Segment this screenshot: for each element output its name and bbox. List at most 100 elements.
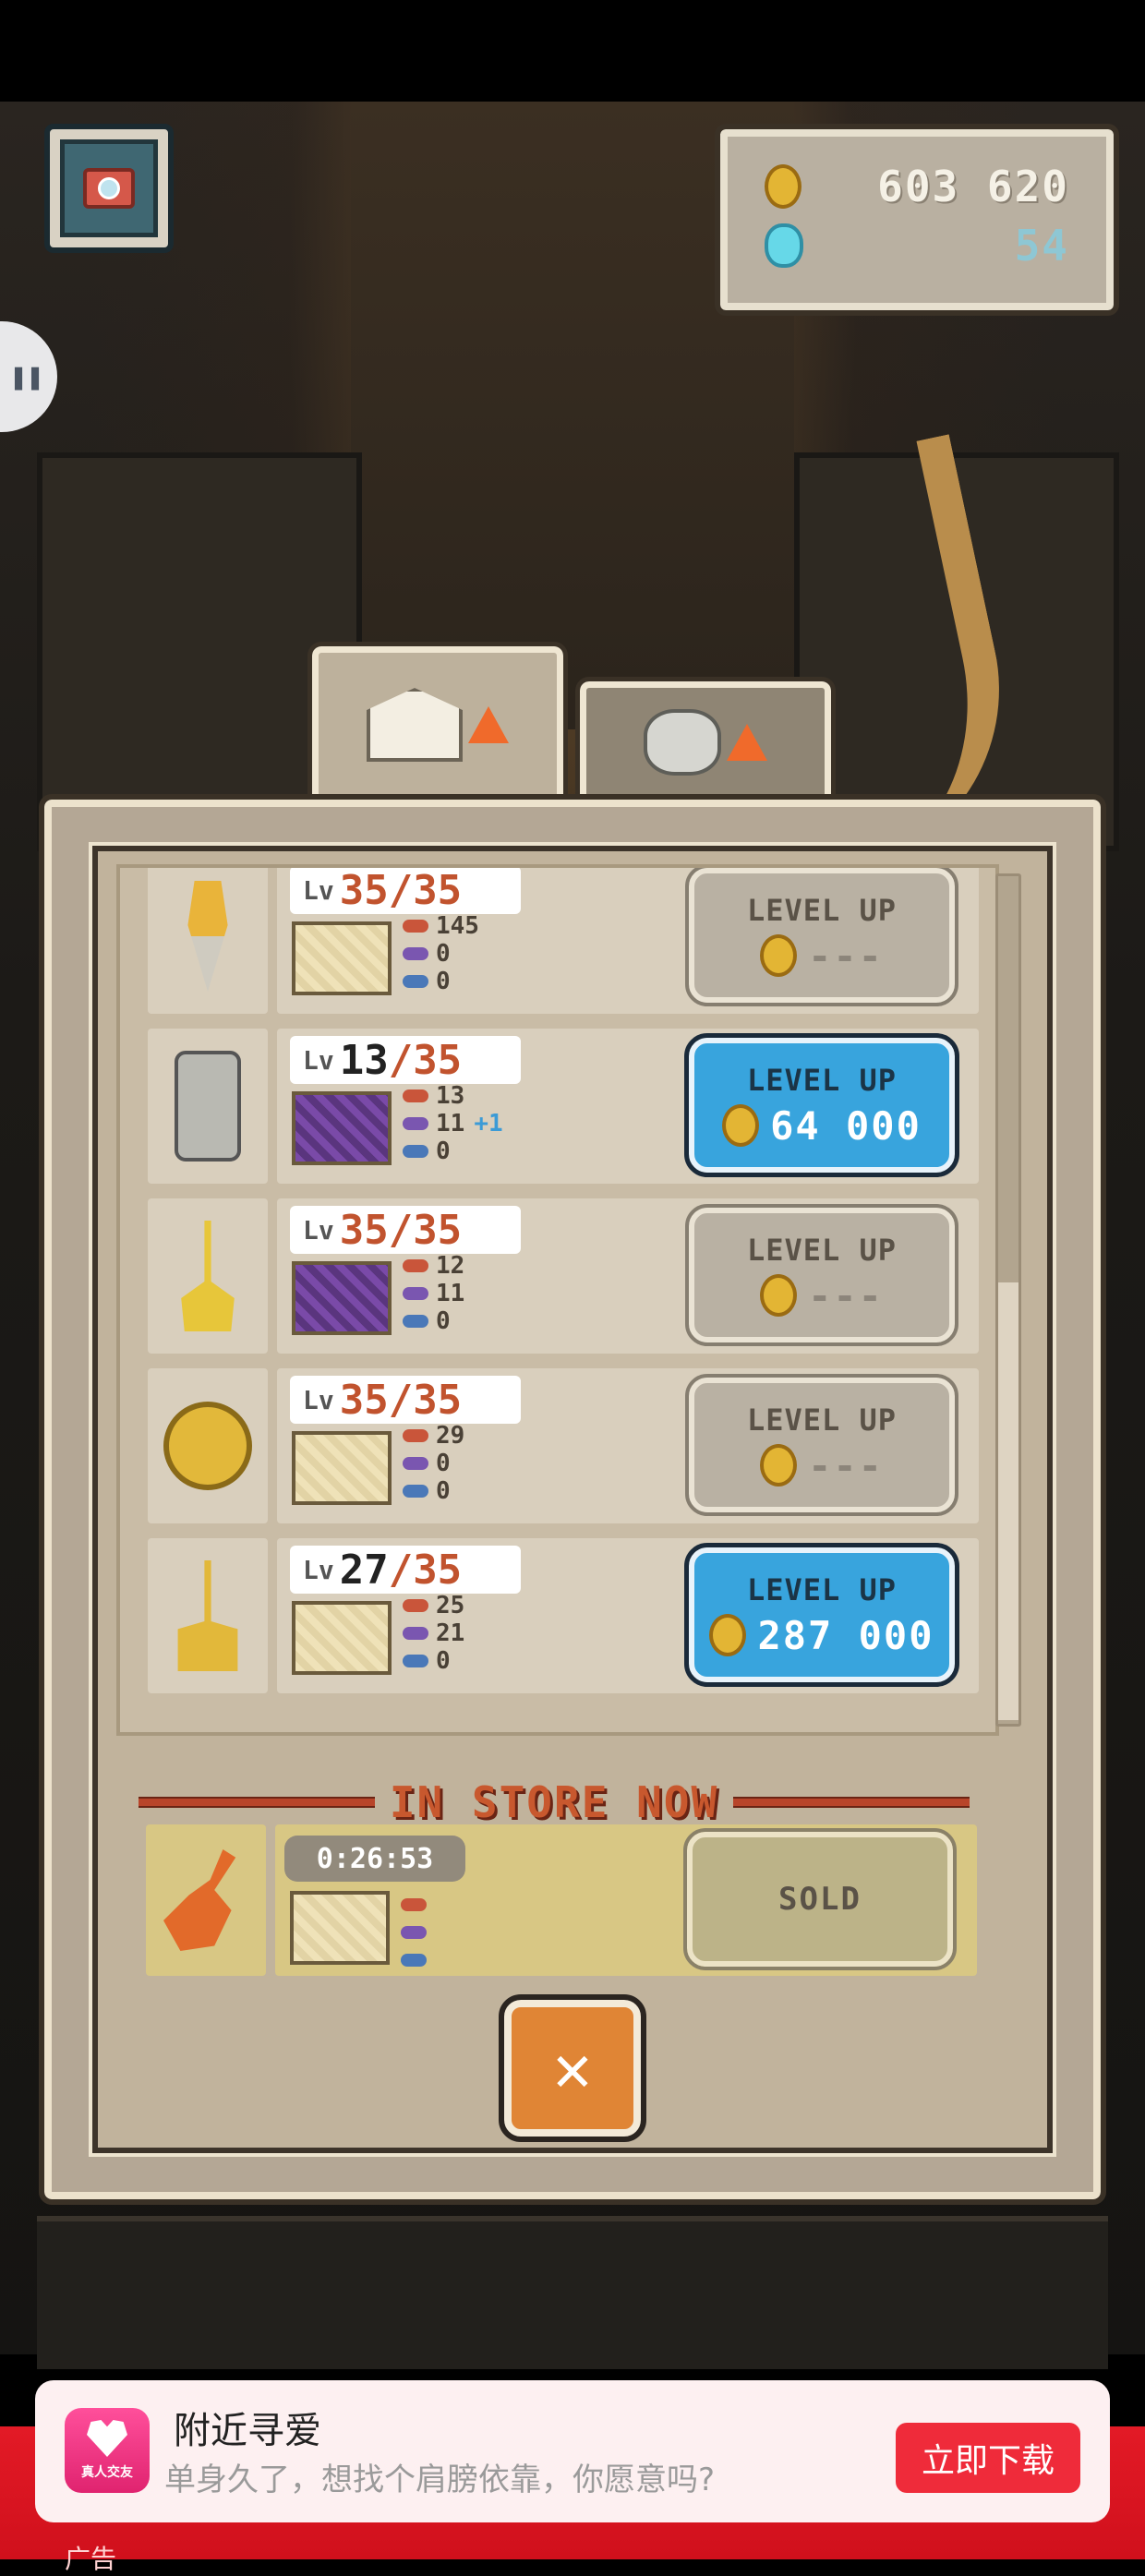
level-up-label: LEVEL UP (746, 1402, 898, 1438)
shovel-icon (181, 1221, 235, 1331)
camera-button[interactable] (44, 124, 174, 253)
stats: 12 11 0 (403, 1252, 587, 1335)
stat-purple: 11 (436, 1110, 465, 1138)
close-button[interactable]: ✕ (499, 1994, 646, 2142)
red-gem-icon (403, 1089, 428, 1102)
level-up-label: LEVEL UP (746, 892, 898, 928)
tab-museum-upgrade[interactable] (307, 642, 568, 808)
level-up-label: LEVEL UP (746, 1571, 898, 1607)
purple-gem-icon (403, 1287, 428, 1300)
item-info: 0:26:53 SOLD (275, 1824, 977, 1976)
blue-gem-icon (403, 975, 428, 988)
pattern-swatch (292, 1261, 392, 1335)
level-up-button[interactable]: LEVEL UP 287 000 (684, 1543, 959, 1687)
upgrade-panel: Lv 35 /35 145 0 0 LEVEL UP --- Lv 13 /35… (39, 794, 1106, 2205)
item-info: Lv 27 /35 25 21 0 LEVEL UP 287 000 (277, 1538, 979, 1693)
item-info: Lv 35 /35 145 0 0 LEVEL UP --- (277, 866, 979, 1014)
drill-icon (187, 881, 228, 992)
upgrade-arrow-icon (468, 706, 509, 743)
tool-list[interactable]: Lv 35 /35 145 0 0 LEVEL UP --- Lv 13 /35… (116, 864, 999, 1736)
list-item: Lv 35 /35 145 0 0 LEVEL UP --- (148, 866, 979, 1014)
purple-gem-icon (403, 947, 428, 960)
stat-red: 145 (436, 912, 479, 940)
blue-gem-icon (403, 1315, 428, 1328)
level-up-cost: 64 000 (770, 1102, 922, 1149)
pause-icon: ❚❚ (9, 360, 44, 393)
jackhammer-icon (175, 1051, 241, 1162)
camera-button-inner (60, 139, 158, 237)
level-up-button[interactable]: LEVEL UP --- (685, 1204, 958, 1346)
rake-icon (177, 1560, 238, 1671)
close-icon: ✕ (552, 2030, 593, 2106)
level-label: Lv (303, 1384, 334, 1415)
tab-staff-upgrade[interactable] (575, 677, 836, 808)
stat-blue: 0 (436, 1307, 451, 1335)
item-icon-box (148, 1538, 268, 1693)
scrollbar-thumb[interactable] (998, 1282, 1018, 1720)
level-label: Lv (303, 1214, 334, 1246)
stat-blue: 0 (436, 1138, 451, 1165)
store-title: IN STORE NOW (389, 1777, 719, 1827)
store-item: 0:26:53 SOLD (146, 1824, 977, 1976)
gold-coin-icon (760, 934, 798, 977)
purple-gem-icon (403, 1457, 428, 1470)
item-icon-box (148, 1198, 268, 1354)
level-up-cost: --- (808, 1442, 884, 1488)
gold-coin-icon (760, 1444, 798, 1487)
purple-gem-icon (401, 1926, 427, 1939)
item-info: Lv 35 /35 12 11 0 LEVEL UP --- (277, 1198, 979, 1354)
level-up-cost: --- (808, 1272, 884, 1318)
purple-gem-icon (403, 1627, 428, 1640)
level-up-cost: 287 000 (757, 1612, 934, 1658)
camera-icon (83, 168, 135, 209)
current-level: 13 (339, 1036, 389, 1084)
blue-gem-icon (401, 1954, 427, 1967)
level-up-button[interactable]: LEVEL UP --- (685, 1374, 958, 1516)
sun-pickaxe-icon (163, 1402, 252, 1490)
level-badge: Lv 27 /35 (290, 1546, 521, 1594)
stat-red: 12 (436, 1252, 465, 1280)
list-scrollbar[interactable] (995, 873, 1021, 1727)
heart-icon (87, 2420, 127, 2457)
ad-download-button[interactable]: 立即下载 (896, 2423, 1080, 2493)
ad-app-logo: 真人交友 (65, 2408, 150, 2493)
gold-coin-icon (709, 1614, 747, 1656)
list-item: Lv 27 /35 25 21 0 LEVEL UP 287 000 (148, 1538, 979, 1693)
list-item: Lv 35 /35 29 0 0 LEVEL UP --- (148, 1368, 979, 1523)
gold-coin-icon (760, 1274, 798, 1317)
stat-red: 29 (436, 1422, 465, 1450)
blue-gem-icon (403, 1145, 428, 1158)
level-label: Lv (303, 874, 334, 906)
sold-button[interactable]: SOLD (683, 1828, 957, 1970)
max-level: /35 (388, 1036, 463, 1084)
stat-blue: 0 (436, 1477, 451, 1505)
pattern-swatch (292, 921, 392, 995)
red-gem-icon (403, 1429, 428, 1442)
current-level: 27 (339, 1546, 389, 1594)
item-info: Lv 13 /35 13 11 +1 0 LEVEL UP 64 000 (277, 1029, 979, 1184)
level-badge: Lv 13 /35 (290, 1036, 521, 1084)
level-up-button[interactable]: LEVEL UP 64 000 (684, 1033, 959, 1177)
gold-row: 603 620 (765, 159, 1069, 214)
current-level: 35 (339, 1376, 389, 1424)
max-level: /35 (388, 866, 463, 914)
item-icon-box (146, 1824, 266, 1976)
stat-red: 13 (436, 1082, 465, 1110)
level-badge: Lv 35 /35 (290, 1376, 521, 1424)
museum-icon (367, 688, 463, 762)
gem-icon (765, 223, 803, 268)
red-gem-icon (403, 1599, 428, 1612)
stat-purple: 0 (436, 1450, 451, 1477)
stat-purple: 21 (436, 1619, 465, 1647)
store-section-header: IN STORE NOW (139, 1776, 970, 1828)
stat-red: 25 (436, 1592, 465, 1619)
red-gem-icon (403, 920, 428, 933)
store-timer: 0:26:53 (284, 1836, 465, 1882)
max-level: /35 (388, 1206, 463, 1254)
item-info: Lv 35 /35 29 0 0 LEVEL UP --- (277, 1368, 979, 1523)
level-up-button[interactable]: LEVEL UP --- (685, 868, 958, 1006)
max-level: /35 (388, 1376, 463, 1424)
ad-label: 广告 (65, 2544, 117, 2574)
ad-banner[interactable]: 真人交友 附近寻爱 单身久了，想找个肩膀依靠，你愿意吗? 立即下载 (35, 2380, 1110, 2522)
purple-gem-icon (403, 1117, 428, 1130)
